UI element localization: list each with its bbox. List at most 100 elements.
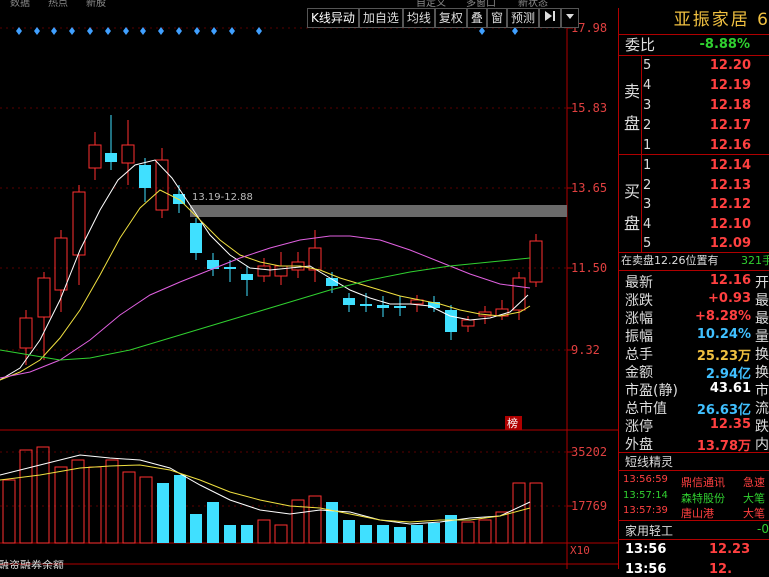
volume-bar-up [54,466,68,544]
quote-tail-label: 换 [755,347,769,363]
triangle-down-icon[interactable] [560,8,579,28]
sprite-stock[interactable]: 鼎信通讯 [681,474,725,490]
sell-label: 盘 [624,114,641,133]
price-range-label: 13.19-12.88 [192,192,253,203]
sprite-event: 急速 [743,476,765,489]
menu-item[interactable]: 新股 [86,0,106,8]
volume-bar-down [377,525,389,543]
kline-alert-button[interactable]: K线异动 [307,8,359,28]
candle-body-up [529,240,543,283]
sprite-stock[interactable]: 森特股份 [681,490,725,506]
sell-price[interactable]: 12.18 [679,96,751,116]
bottom-tab-label: 融资融券余额 [0,558,64,569]
candle-body-up [512,277,526,311]
menu-item[interactable]: 热点 [48,0,68,8]
wei-label: 委比 [625,36,656,54]
quote-tail-label: 量 [755,329,769,345]
quote-value: +8.28% [695,309,751,324]
buy-label: 盘 [624,214,641,233]
quote-value: 43.61 [709,381,751,396]
volume-bar-up [139,476,153,544]
play-end-icon[interactable] [538,8,561,28]
volume-bar-up [71,459,85,544]
volume-bar-up [88,466,102,544]
candle-body-up [72,191,86,256]
candlesticks [19,115,543,365]
quote-tail-label: 流 [755,401,769,417]
price-axis-label: 11.50 [571,261,607,275]
sector-name[interactable]: 家用轻工 [625,522,673,539]
sprite-time: 13:56:59 [623,474,668,485]
sell-price[interactable]: 12.19 [679,76,751,96]
window-button[interactable]: 窗 [486,8,507,28]
candle-body-down [139,165,151,188]
candle-body-up [54,237,68,291]
volume-bar-up [308,495,322,544]
volume-bar-down [157,483,169,543]
volume-bar-up [19,449,33,544]
buy-price[interactable]: 12.09 [679,234,751,254]
sprite-event: 大笔 [743,507,765,520]
volume-unit-label: X10 [570,544,590,557]
buy-price[interactable]: 12.10 [679,215,751,235]
volume-bar-down [326,502,338,543]
buy-price[interactable]: 12.12 [679,195,751,215]
quote-value: 26.63亿 [696,403,751,418]
sell-level: 1 [643,138,652,153]
chart-toolbar: K线异动 加自选 均线 复权 叠 窗 预测 [307,8,579,28]
volume-bar-down [360,525,372,543]
volume-bar-down [190,514,202,543]
sell-level: 3 [643,98,652,113]
volume-bar-up [478,519,492,544]
stock-title: 亚振家居 6 [673,10,769,30]
quote-tail-label: 最 [755,311,769,327]
volume-ma5 [0,454,531,525]
volume-bar-down [428,523,440,543]
volume-bars [0,446,543,544]
buy-price[interactable]: 12.13 [679,176,751,196]
candle-body-down [224,267,236,269]
volume-bar-up [461,521,475,544]
forecast-button[interactable]: 预测 [506,8,539,28]
sell-price[interactable]: 12.20 [679,56,751,76]
moving-average-button[interactable]: 均线 [402,8,435,28]
quote-label: 振幅 [625,329,653,345]
quote-label: 外盘 [625,437,653,453]
buy-level: 2 [643,177,652,193]
quote-tail-label: 市 [755,383,769,399]
price-axis-label: 13.65 [571,181,607,195]
menu-item[interactable]: 自定义 [416,0,446,8]
menu-item[interactable]: 数据 [10,0,30,8]
tick-price: 12.23 [709,542,751,557]
wei-value: -8.88% [699,37,751,52]
menu-item[interactable]: 新状态 [518,0,548,8]
buy-price[interactable]: 12.14 [679,156,751,176]
menu-item[interactable]: 多窗口 [466,0,496,8]
quote-value: 12.16 [709,273,751,288]
add-watchlist-button[interactable]: 加自选 [358,8,403,28]
top-menu-strip: 数据 热点 新股 自定义 多窗口 新状态 [0,0,769,8]
quote-label: 最新 [625,275,653,291]
quote-value: 13.78万 [696,439,751,454]
overlay-button[interactable]: 叠 [466,8,487,28]
kline-chart[interactable]: 17.9815.8313.6511.509.323520217769X10融资融… [0,20,618,569]
candle-body-up [461,319,475,327]
tick-price: 12. [709,562,733,577]
sell-price[interactable]: 12.17 [679,116,751,136]
price-axis-label: 9.32 [571,343,600,357]
quote-tail-label: 跌 [755,419,769,435]
quote-tail-label: 换 [755,365,769,381]
tick-time: 13:56 [625,562,667,577]
sector-change: -0. [757,522,769,536]
adjust-rights-button[interactable]: 复权 [434,8,467,28]
event-diamond [105,27,111,35]
price-range-band [190,205,567,217]
volume-bar-down [207,502,219,543]
event-diamond [51,27,57,35]
volume-bar-up [257,519,271,544]
event-diamond [479,27,485,35]
sprite-stock[interactable]: 唐山港 [681,505,714,521]
event-diamond [123,27,129,35]
sell-price[interactable]: 12.16 [679,136,751,156]
quote-label: 涨跌 [625,293,653,309]
